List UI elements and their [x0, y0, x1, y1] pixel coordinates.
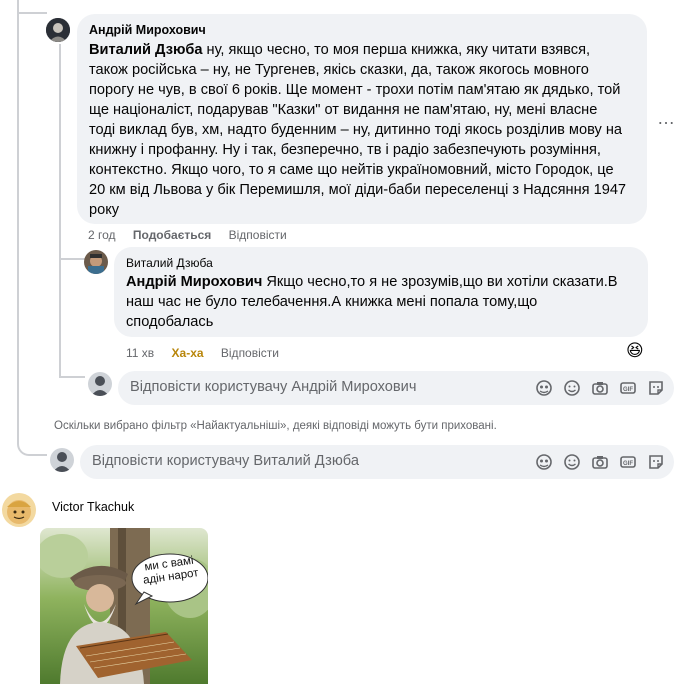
comment-author[interactable]: Андрій Мирохович: [89, 23, 635, 37]
avatar-victor[interactable]: [2, 493, 36, 527]
reply-input-andrii[interactable]: Відповісти користувачу Андрій Мирохович …: [118, 371, 674, 405]
old-man-with-gusli-image: [40, 528, 208, 684]
comment-author[interactable]: Victor Tkachuk: [52, 500, 134, 514]
comment-line: тоді виклад був, хм, надто буденним – ну…: [89, 122, 623, 138]
mention-link[interactable]: Виталий Дзюба: [89, 42, 202, 58]
comment-author[interactable]: Виталий Дзюба: [126, 256, 636, 270]
person-silhouette-icon: [88, 372, 112, 396]
meme-image[interactable]: ми с вамі адін нарот: [40, 528, 208, 684]
comment-line: сподобалась: [126, 314, 214, 330]
camera-icon[interactable]: [591, 379, 609, 397]
person-silhouette-icon: [50, 448, 74, 472]
svg-text:GIF: GIF: [623, 461, 633, 467]
comment-line: 20 км від Львова у бік Перемишля, мої ді…: [89, 182, 627, 198]
comment-line: контекстно. Якщо чого, то я саме що нейт…: [89, 162, 614, 178]
avatar-sticker-icon[interactable]: [535, 379, 553, 397]
haha-reaction-label[interactable]: Ха-ха: [172, 346, 204, 360]
comment-time[interactable]: 11 хв: [126, 346, 154, 360]
more-options-icon[interactable]: …: [657, 108, 675, 129]
comment-meta-andrii: 2 год Подобається Відповісти: [88, 228, 301, 242]
comment-line: книжну і профанну. Ну і так, безперечно,…: [89, 142, 601, 158]
comment-text: Виталий Дзюба ну, якщо чесно, то моя пер…: [89, 40, 635, 220]
gif-icon[interactable]: GIF: [619, 453, 637, 471]
comment-meta-vitalii: 11 хв Ха-ха Відповісти: [126, 346, 293, 360]
emoji-icon[interactable]: [563, 453, 581, 471]
thread-line-curve-sub: [59, 258, 85, 260]
reply-button[interactable]: Відповісти: [229, 228, 287, 242]
thread-line-main: [17, 0, 19, 440]
comment-line: ще націоналіст, подарував "Казки" от вид…: [89, 102, 598, 118]
haha-reaction-icon[interactable]: 😆: [626, 341, 644, 361]
reply-placeholder: Відповісти користувачу Андрій Мирохович: [130, 379, 417, 395]
camera-icon[interactable]: [591, 453, 609, 471]
thread-line-sub: [59, 44, 61, 376]
comment-line: ну, якщо чесно, то моя перша книжка, яку…: [202, 42, 591, 58]
avatar-andrii[interactable]: [46, 18, 70, 42]
comment-line: року: [89, 202, 120, 218]
current-user-avatar: [50, 448, 74, 472]
comment-bubble-andrii: Андрій Мирохович Виталий Дзюба ну, якщо …: [77, 14, 647, 224]
emoji-icon[interactable]: [563, 379, 581, 397]
avatar-sticker-icon[interactable]: [535, 453, 553, 471]
person-silhouette-icon: [46, 18, 70, 42]
current-user-avatar: [88, 372, 112, 396]
filter-notice: Оскільки вибрано фільтр «Найактуальніші»…: [54, 420, 497, 432]
profile-photo-icon: [84, 250, 108, 274]
svg-text:GIF: GIF: [623, 387, 633, 393]
profile-photo-icon: [2, 493, 36, 527]
avatar-vitalii[interactable]: [84, 250, 108, 274]
comment-line: наш час не було телебачення.А книжка мен…: [126, 294, 538, 310]
like-button[interactable]: Подобається: [133, 228, 211, 242]
comment-line: також російська – ну, не Тургенев, якісь…: [89, 62, 589, 78]
mention-link[interactable]: Андрій Мирохович: [126, 274, 262, 290]
thread-line-curve-reply: [59, 376, 85, 378]
comment-line: Якщо чесно,то я не зрозумів,що ви хотіли…: [262, 274, 618, 290]
thread-line-curve-top: [17, 12, 47, 14]
comment-text: Андрій Мирохович Якщо чесно,то я не зроз…: [126, 272, 636, 332]
thread-line-curve-bottom: [17, 430, 47, 456]
reply-placeholder: Відповісти користувачу Виталий Дзюба: [92, 453, 359, 469]
gif-icon[interactable]: GIF: [619, 379, 637, 397]
reply-input-vitalii[interactable]: Відповісти користувачу Виталий Дзюба GIF: [80, 445, 674, 479]
comment-bubble-vitalii: Виталий Дзюба Андрій Мирохович Якщо чесн…: [114, 247, 648, 337]
comment-line: порогу не чув, в свої 6 років. Ще момент…: [89, 82, 621, 98]
sticker-icon[interactable]: [647, 453, 665, 471]
reply-button[interactable]: Відповісти: [221, 346, 279, 360]
comment-time[interactable]: 2 год: [88, 228, 116, 242]
sticker-icon[interactable]: [647, 379, 665, 397]
